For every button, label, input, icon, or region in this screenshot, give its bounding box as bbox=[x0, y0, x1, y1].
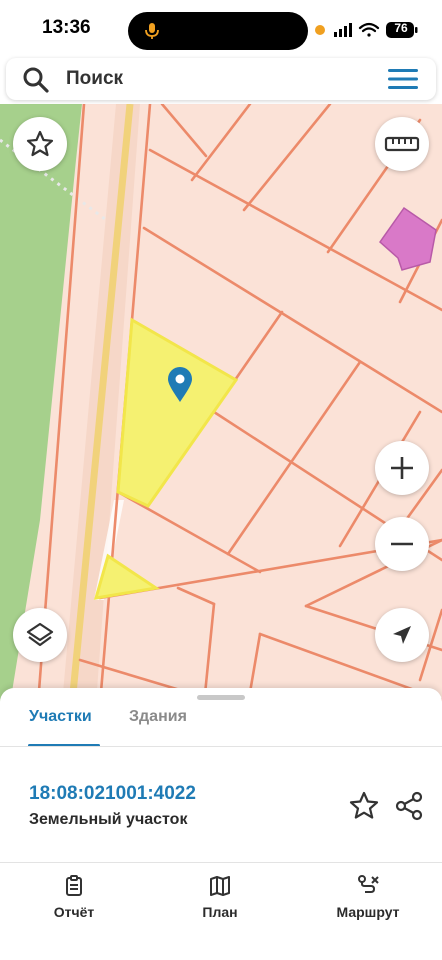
map-view[interactable] bbox=[0, 104, 442, 704]
nav-report-label: Отчёт bbox=[53, 904, 95, 920]
signal-icon bbox=[334, 23, 352, 37]
status-time: 13:36 bbox=[42, 17, 91, 38]
zoom-out-icon[interactable] bbox=[388, 530, 416, 558]
tab-parcels[interactable]: Участки bbox=[29, 708, 92, 726]
favorite-button[interactable] bbox=[13, 117, 67, 171]
search-bar[interactable]: Поиск bbox=[6, 58, 436, 100]
divider bbox=[0, 862, 442, 863]
parcel-cadastral-number[interactable]: 18:08:021001:4022 bbox=[29, 783, 196, 805]
zoom-in-button[interactable] bbox=[375, 441, 429, 495]
nav-route-label: Маршрут bbox=[336, 904, 400, 920]
share-icon[interactable] bbox=[393, 790, 425, 822]
menu-icon[interactable] bbox=[386, 67, 420, 91]
divider bbox=[0, 746, 442, 747]
favorite-star-icon[interactable] bbox=[25, 129, 55, 159]
nav-plan[interactable]: План bbox=[160, 874, 280, 934]
nav-route[interactable]: Маршрут bbox=[308, 874, 428, 934]
search-input[interactable]: Поиск bbox=[66, 68, 123, 90]
nav-plan-label: План bbox=[202, 904, 238, 920]
star-icon[interactable] bbox=[348, 790, 380, 822]
layers-button[interactable] bbox=[13, 608, 67, 662]
status-bar: 13:36 76 bbox=[0, 0, 442, 56]
map-plan-icon bbox=[210, 876, 230, 896]
tab-bar: Участки Здания bbox=[0, 704, 442, 747]
locate-button[interactable] bbox=[375, 608, 429, 662]
report-icon bbox=[66, 875, 82, 896]
recording-dot-icon bbox=[315, 25, 325, 35]
search-icon[interactable] bbox=[22, 66, 50, 94]
cadastral-map[interactable] bbox=[0, 104, 442, 704]
ruler-button[interactable] bbox=[375, 117, 429, 171]
locate-arrow-icon[interactable] bbox=[390, 623, 414, 647]
sheet-drag-handle[interactable] bbox=[197, 695, 245, 700]
ruler-icon[interactable] bbox=[384, 134, 420, 154]
nav-report[interactable]: Отчёт bbox=[14, 874, 134, 934]
zoom-in-icon[interactable] bbox=[388, 454, 416, 482]
dynamic-island bbox=[128, 12, 308, 50]
parcel-type: Земельный участок bbox=[29, 811, 188, 828]
microphone-icon bbox=[145, 23, 159, 39]
wifi-icon bbox=[358, 22, 380, 37]
tab-buildings[interactable]: Здания bbox=[129, 708, 187, 726]
battery-level: 76 bbox=[394, 21, 408, 35]
zoom-out-button[interactable] bbox=[375, 517, 429, 571]
route-icon bbox=[358, 875, 379, 893]
bottom-sheet[interactable]: Участки Здания 18:08:021001:4022 Земельн… bbox=[0, 688, 442, 960]
layers-icon[interactable] bbox=[25, 620, 55, 650]
